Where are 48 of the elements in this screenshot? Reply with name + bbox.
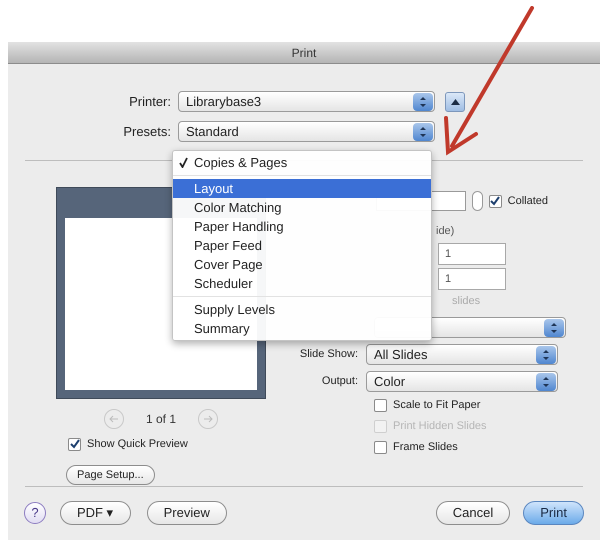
- checkbox[interactable]: [374, 441, 387, 454]
- stepper-arrows-icon: [544, 318, 564, 336]
- page-setup-button[interactable]: Page Setup...: [66, 464, 155, 485]
- stepper-arrows-icon: [536, 372, 556, 390]
- field-label: Output:: [320, 374, 359, 390]
- checkbox[interactable]: [374, 399, 387, 412]
- menu-item[interactable]: Paper Handling: [173, 217, 431, 236]
- window-title: Print: [292, 44, 316, 62]
- field-label: Presets:: [122, 122, 172, 141]
- help-button[interactable]: ?: [24, 502, 46, 524]
- checkbox-label: Scale to Fit Paper: [393, 398, 480, 414]
- page-to-field[interactable]: 1: [438, 268, 506, 290]
- stepper-icon[interactable]: [472, 191, 483, 211]
- pages-note: ide): [436, 224, 454, 239]
- checkbox-label: Collated: [508, 194, 548, 209]
- popup-select[interactable]: Standard: [178, 121, 435, 142]
- stepper-arrows-icon: [413, 92, 433, 110]
- stepper-arrows-icon: [413, 122, 433, 140]
- page-counter: 1 of 1: [146, 411, 176, 428]
- checkbox[interactable]: [488, 194, 502, 208]
- checkbox[interactable]: [68, 438, 81, 451]
- menu-item[interactable]: Layout: [173, 179, 431, 198]
- popup-select[interactable]: Librarybase3: [178, 91, 435, 112]
- menu-item[interactable]: Paper Feed: [173, 236, 431, 255]
- dialog-button[interactable]: PDF ▾: [60, 500, 131, 524]
- menu-item[interactable]: Color Matching: [173, 198, 431, 217]
- dialog-button[interactable]: Cancel: [436, 500, 510, 524]
- triangle-up-icon: [450, 98, 460, 104]
- menu-item[interactable]: Scheduler: [173, 274, 431, 293]
- checkmark-icon: [179, 157, 188, 168]
- menu-item[interactable]: Supply Levels: [173, 300, 431, 319]
- arrow-right-icon: [203, 415, 214, 423]
- menu-item[interactable]: Copies & Pages: [173, 153, 431, 172]
- popup-select[interactable]: Color: [366, 371, 558, 392]
- checkbox-label: Show Quick Preview: [87, 437, 188, 452]
- stepper-arrows-icon: [536, 346, 556, 364]
- field-label: Slide Show:: [298, 347, 359, 362]
- dialog-button[interactable]: Preview: [146, 500, 227, 524]
- page-from-field[interactable]: 1: [438, 243, 506, 265]
- slides-note: slides: [452, 294, 480, 309]
- collapse-button[interactable]: [445, 92, 465, 112]
- field-label: Printer:: [128, 92, 172, 111]
- menu-item[interactable]: Summary: [173, 319, 431, 338]
- popup-select[interactable]: All Slides: [366, 344, 558, 365]
- menu-item[interactable]: Cover Page: [173, 255, 431, 274]
- arrow-left-icon: [108, 415, 119, 423]
- checkbox-label: Frame Slides: [393, 440, 458, 456]
- dialog-button[interactable]: Print: [523, 500, 584, 524]
